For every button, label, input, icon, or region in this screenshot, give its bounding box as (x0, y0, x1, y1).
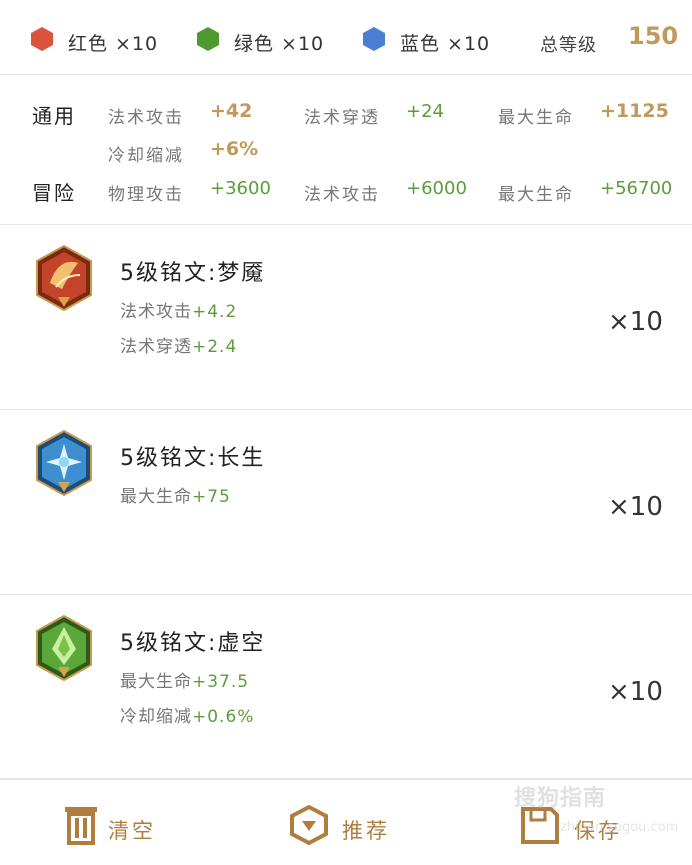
inscription-stat-name: 冷却缩减 (120, 707, 192, 727)
trash-icon (65, 807, 97, 845)
stat-value: +6% (210, 138, 259, 160)
inscription-stat-value: +4.2 (192, 302, 238, 322)
inscription-stat: 最大生命+37.5 (120, 667, 249, 692)
clear-label: 清空 (108, 819, 156, 843)
stat-name: 最大生命 (498, 108, 574, 128)
stat-value: +6000 (406, 178, 467, 199)
stat-name: 法术攻击 (108, 108, 184, 128)
total-level-value: 150 (628, 22, 679, 50)
inscription-stat-name: 法术攻击 (120, 302, 192, 322)
inscription-card[interactable]: 5级铭文:长生 最大生命+75 ×10 (0, 410, 692, 595)
nightmare-inscription-icon (36, 245, 92, 311)
inscription-stat: 法术穿透+2.4 (120, 332, 237, 357)
inscription-card[interactable]: 5级铭文:梦魇 法术攻击+4.2 法术穿透+2.4 ×10 (0, 225, 692, 410)
red-gem-icon (31, 27, 53, 51)
stat-value: +3600 (210, 178, 271, 199)
recommend-label: 推荐 (342, 819, 390, 843)
general-category-label: 通用 (32, 104, 76, 128)
hexagon-down-icon (290, 805, 328, 845)
inscription-stat: 冷却缩减+0.6% (120, 702, 254, 727)
inscription-quantity: ×10 (608, 677, 663, 707)
inscription-stat: 法术攻击+4.2 (120, 297, 237, 322)
inscription-stat-value: +2.4 (192, 337, 238, 357)
clear-button[interactable]: 清空 (64, 805, 174, 845)
stat-value: +1125 (600, 100, 669, 122)
inscription-stat: 最大生命+75 (120, 482, 231, 507)
watermark-text: 搜狗指南 (514, 786, 607, 811)
inscription-stat-value: +75 (192, 487, 231, 507)
stat-name: 法术穿透 (304, 108, 380, 128)
inscription-name: 5级铭文:长生 (120, 446, 266, 471)
stat-name: 冷却缩减 (108, 146, 184, 166)
green-count: 绿色 ×10 (234, 33, 325, 55)
longevity-inscription-icon (36, 430, 92, 496)
inscription-quantity: ×10 (608, 492, 663, 522)
stat-name: 最大生命 (498, 185, 574, 205)
inscription-stat-value: +37.5 (192, 672, 250, 692)
green-gem-icon (197, 27, 219, 51)
blue-gem-icon (363, 27, 385, 51)
inscription-name: 5级铭文:梦魇 (120, 261, 266, 286)
red-count: 红色 ×10 (68, 33, 159, 55)
inscription-stat-value: +0.6% (192, 707, 255, 727)
stats-summary: 通用 法术攻击 +42 法术穿透 +24 最大生命 +1125 冷却缩减 +6%… (0, 75, 692, 225)
watermark-url: zhinan.sogou.com (560, 820, 679, 835)
inscription-name: 5级铭文:虚空 (120, 631, 266, 656)
inscription-card[interactable]: 5级铭文:虚空 最大生命+37.5 冷却缩减+0.6% ×10 (0, 595, 692, 780)
void-inscription-icon (36, 615, 92, 681)
inscription-stat-name: 最大生命 (120, 672, 192, 692)
total-level-label: 总等级 (540, 35, 597, 56)
inscription-stat-name: 法术穿透 (120, 337, 192, 357)
stat-value: +56700 (600, 178, 673, 199)
adventure-category-label: 冒险 (32, 181, 76, 205)
inscription-quantity: ×10 (608, 307, 663, 337)
color-summary-bar: 红色 ×10 绿色 ×10 蓝色 ×10 总等级 150 (0, 0, 692, 75)
stat-value: +24 (406, 101, 444, 122)
stat-value: +42 (210, 100, 253, 122)
stat-name: 法术攻击 (304, 185, 380, 205)
recommend-button[interactable]: 推荐 (290, 805, 400, 845)
inscription-stat-name: 最大生命 (120, 487, 192, 507)
stat-name: 物理攻击 (108, 185, 184, 205)
blue-count: 蓝色 ×10 (400, 33, 491, 55)
